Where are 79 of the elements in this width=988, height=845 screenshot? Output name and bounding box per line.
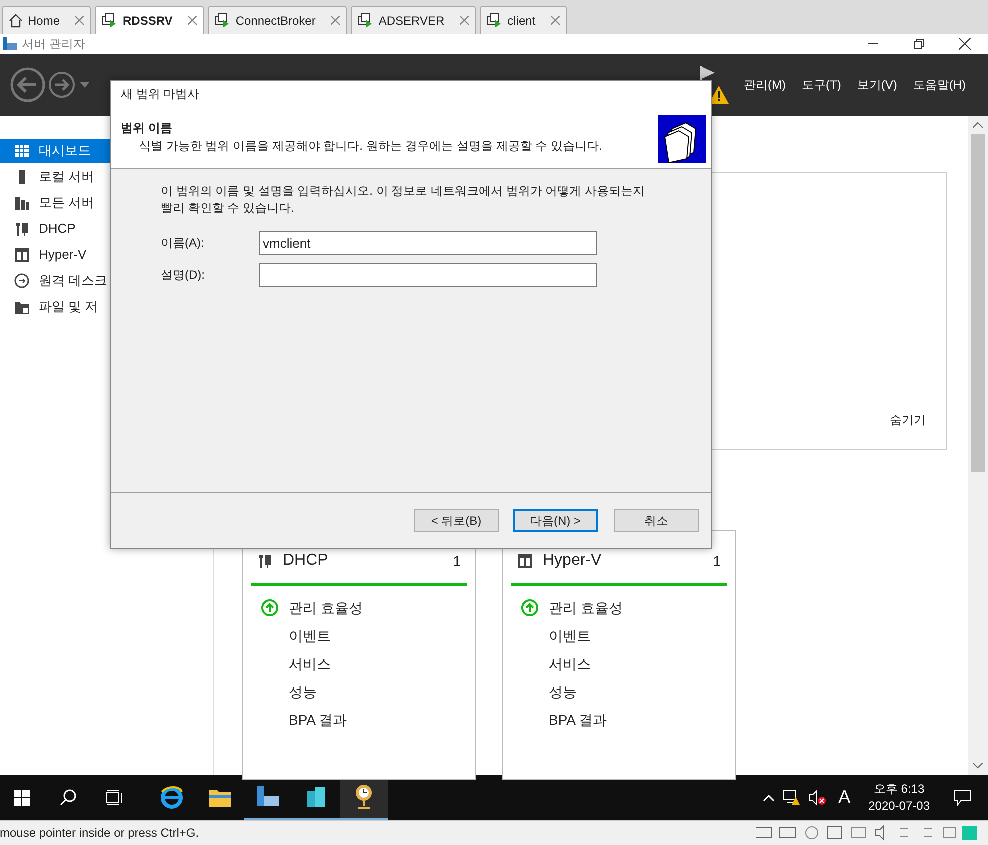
dialog-button[interactable]: 다음(N) > [513, 509, 598, 532]
dialog-button[interactable]: < 뒤로(B) [414, 509, 499, 532]
vm-icon [214, 12, 231, 28]
clock-date: 2020-07-03 [868, 798, 930, 814]
scroll-up-icon[interactable] [973, 122, 983, 128]
scrollbar[interactable] [968, 116, 988, 775]
text-field[interactable]: vmclient [259, 231, 597, 255]
buildings-icon[interactable] [304, 784, 328, 808]
tool-icon [257, 553, 273, 569]
card-item[interactable]: 성능 [549, 682, 577, 702]
card-item[interactable]: 이벤트 [549, 626, 591, 646]
vm-tab[interactable]: Home [2, 6, 92, 34]
tab-label: client [508, 12, 537, 30]
home-icon [9, 14, 23, 28]
menu-item[interactable]: 도움말(H) [913, 76, 966, 94]
field-label: 이름(A): [161, 235, 206, 252]
card-count: 1 [713, 552, 721, 570]
ime-indicator[interactable]: A [838, 784, 851, 811]
status-up-icon [521, 599, 539, 617]
intro-text: 이 범위의 이름 및 설명을 입력하십시오. 이 정보로 네트워크에서 범위가 어떻게 사용되는지 빨리 확인할 수 있습니다. [161, 183, 646, 217]
card-item[interactable]: 이벤트 [289, 626, 331, 646]
dropdown-icon[interactable] [80, 82, 90, 88]
forward-icon[interactable] [48, 71, 76, 99]
network-warning-icon[interactable] [782, 790, 801, 806]
folder-icon[interactable] [208, 788, 232, 808]
card-item[interactable]: BPA 결과 [549, 710, 608, 730]
folders-icon [658, 115, 706, 163]
speaker-muted-icon[interactable] [808, 790, 827, 806]
chevron-up-icon[interactable] [762, 794, 775, 802]
status-up-icon [261, 599, 279, 617]
grid-icon [14, 143, 30, 159]
wizard-heading: 범위 이름 [121, 120, 174, 137]
menu-item[interactable]: 보기(V) [857, 76, 898, 94]
start-icon[interactable] [14, 790, 30, 806]
panel-icon [517, 553, 533, 569]
folder-icon [14, 299, 30, 315]
remote-icon [14, 273, 30, 289]
clock-time: 오후 6:13 [874, 780, 925, 798]
notification-icon[interactable] [954, 790, 972, 806]
field-label: 설명(D): [161, 267, 206, 284]
task-view-icon[interactable] [106, 790, 124, 806]
dialog-title: 새 범위 마법사 [121, 86, 200, 103]
text-field[interactable] [259, 263, 597, 287]
card-item[interactable]: 관리 효율성 [289, 598, 363, 618]
panel-icon [14, 247, 30, 263]
tool-icon [14, 221, 30, 237]
scroll-down-icon[interactable] [973, 763, 983, 769]
tab-label: RDSSRV [123, 12, 174, 30]
search-icon[interactable] [60, 788, 78, 806]
vm-tab[interactable]: ConnectBroker [208, 6, 347, 34]
back-icon[interactable] [10, 67, 46, 103]
vm-tab[interactable]: client [480, 6, 567, 34]
card-item[interactable]: BPA 결과 [289, 710, 348, 730]
servers-icon [14, 195, 30, 211]
sidebar-item[interactable]: 파일 및 저 [0, 295, 213, 319]
vm-icon [102, 12, 118, 28]
card-item[interactable]: 서비스 [549, 654, 591, 674]
vm-icon [486, 12, 503, 28]
card-item[interactable]: 관리 효율성 [549, 598, 623, 618]
card-count: 1 [453, 552, 461, 570]
card-title[interactable]: DHCP [283, 549, 328, 573]
browser-icon[interactable] [160, 786, 184, 810]
vm-icon [358, 12, 374, 28]
tab-label: ADSERVER [378, 12, 446, 30]
card-title[interactable]: Hyper-V [543, 549, 602, 573]
menu-item[interactable]: 도구(T) [802, 76, 842, 94]
hide-link[interactable]: 숨기기 [890, 411, 926, 429]
card-item[interactable]: 서비스 [289, 654, 331, 674]
window-title: 서버 관리자 [22, 36, 86, 53]
tab-label: Home [28, 12, 62, 30]
card-item[interactable]: 성능 [289, 682, 317, 702]
vm-tab[interactable]: ADSERVER [350, 6, 476, 34]
status-text: mouse pointer inside or press Ctrl+G. [0, 825, 200, 842]
vm-tab[interactable]: RDSSRV [95, 6, 204, 34]
menu-item[interactable]: 관리(M) [744, 76, 786, 94]
server-manager-icon[interactable] [255, 784, 281, 808]
dialog-button[interactable]: 취소 [614, 509, 699, 532]
app-icon [2, 36, 18, 52]
tab-label: ConnectBroker [236, 12, 317, 30]
